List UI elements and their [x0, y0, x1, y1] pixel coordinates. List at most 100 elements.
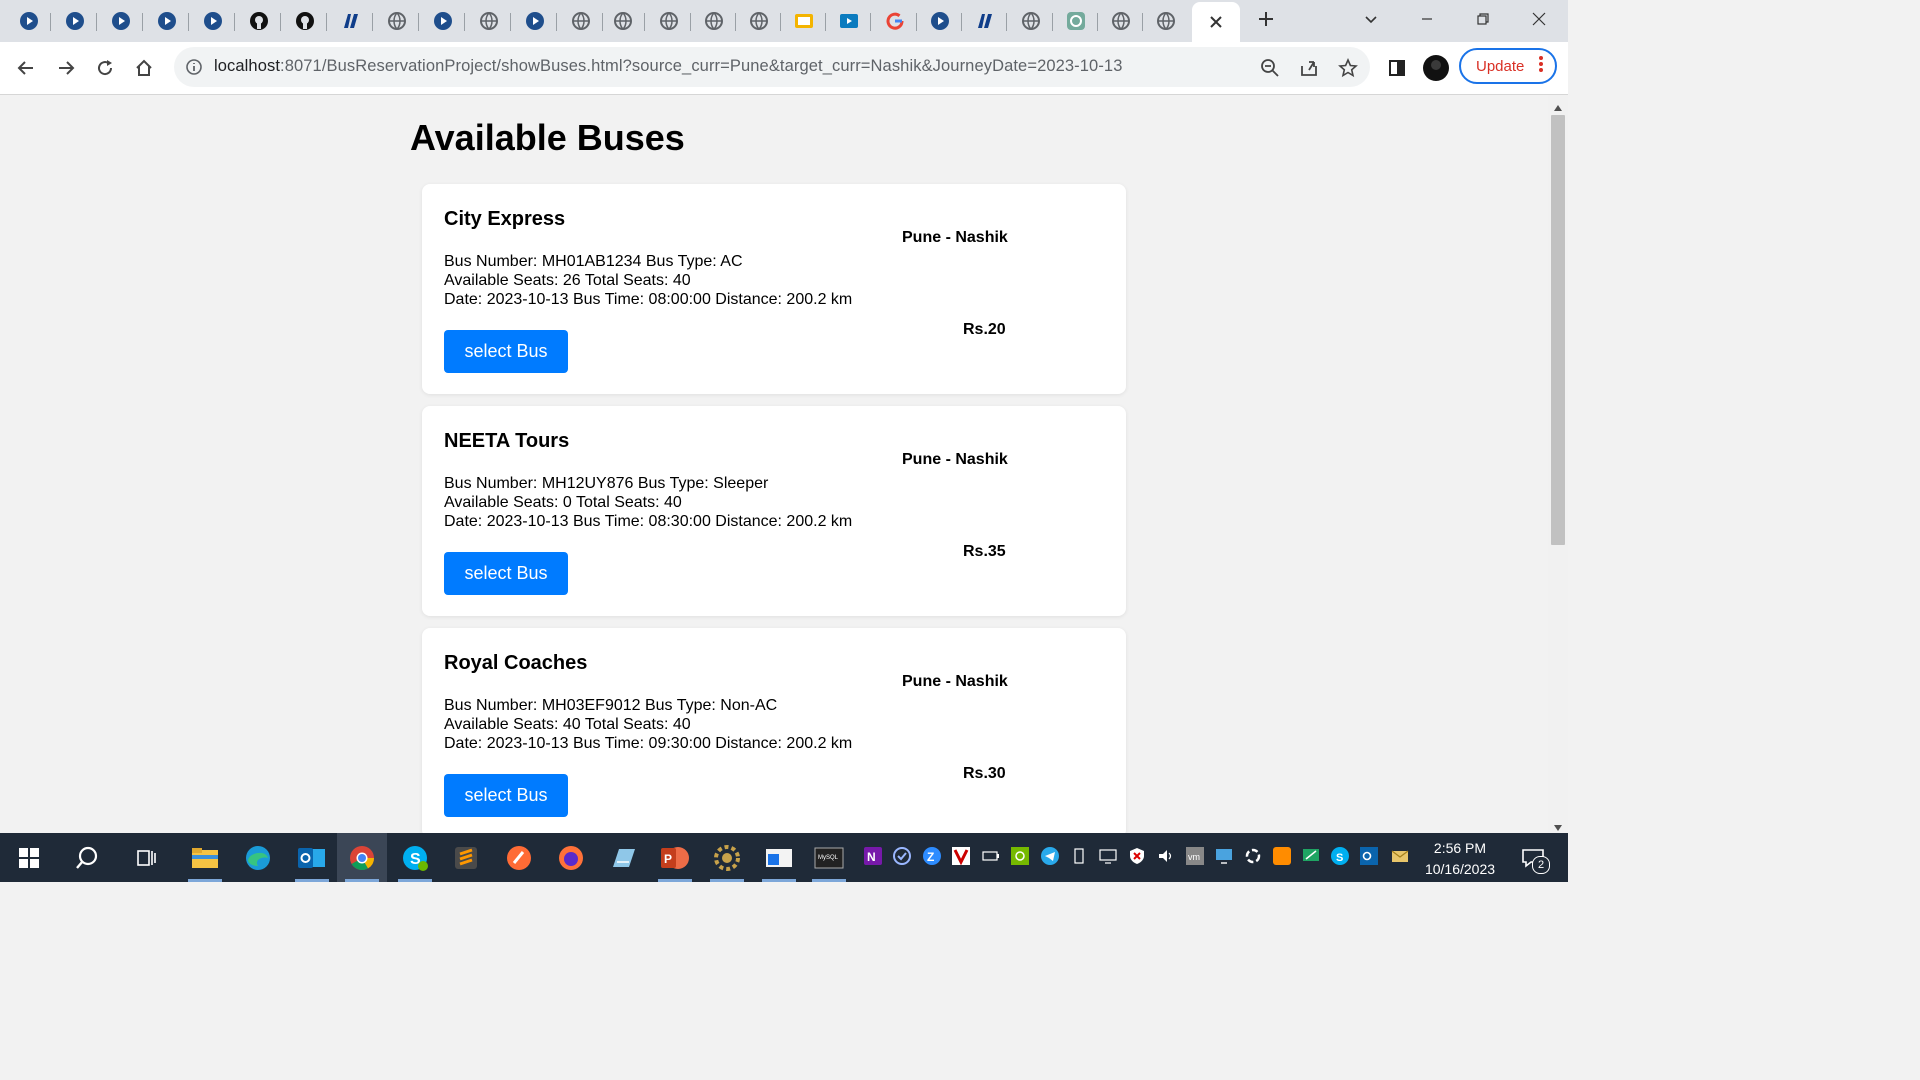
bus-route: Pune - Nashik — [902, 673, 1008, 690]
browser-tab[interactable] — [1009, 4, 1053, 38]
telegram-icon[interactable] — [1041, 847, 1059, 865]
home-button[interactable] — [130, 54, 158, 82]
globe-play-icon — [19, 11, 39, 31]
select-bus-button[interactable]: select Bus — [444, 552, 568, 595]
browser-tab[interactable] — [601, 4, 645, 38]
gear-app-icon[interactable] — [702, 833, 752, 882]
browser-tab[interactable] — [421, 4, 465, 38]
browser-tab[interactable] — [1099, 4, 1143, 38]
globe-icon — [1021, 11, 1041, 31]
browser-tab[interactable] — [99, 4, 143, 38]
browser-tab[interactable] — [963, 4, 1007, 38]
browser-tab[interactable] — [1144, 4, 1188, 38]
usb-icon[interactable] — [1070, 847, 1088, 865]
bus-date-time-distance: Date: 2023-10-13 Bus Time: 09:30:00 Dist… — [444, 735, 853, 752]
globe-play-icon — [203, 11, 223, 31]
select-bus-button[interactable]: select Bus — [444, 774, 568, 817]
file-explorer-icon[interactable] — [180, 833, 230, 882]
battery-icon[interactable] — [982, 847, 1000, 865]
browser-tab[interactable] — [873, 4, 917, 38]
browser-tab[interactable] — [329, 4, 373, 38]
skype-tray-icon[interactable]: S — [1331, 847, 1349, 865]
globe-icon — [479, 11, 499, 31]
bookmark-star-icon[interactable] — [1334, 54, 1362, 82]
bus-details: Bus Number: MH01AB1234 Bus Type: AC Avai… — [444, 252, 852, 309]
browser-tab[interactable] — [513, 4, 557, 38]
nvidia-icon[interactable] — [1011, 847, 1029, 865]
browser-tab[interactable] — [827, 4, 871, 38]
notification-center-button[interactable]: 2 — [1508, 833, 1558, 882]
notepad-icon[interactable] — [598, 833, 648, 882]
window-app-icon[interactable] — [754, 833, 804, 882]
firefox-icon[interactable] — [546, 833, 596, 882]
task-view-icon[interactable] — [121, 833, 171, 882]
browser-tab[interactable] — [283, 4, 327, 38]
browser-tab[interactable] — [145, 4, 189, 38]
browser-tab[interactable] — [53, 4, 97, 38]
taskbar-clock[interactable]: 2:56 PM 10/16/2023 — [1418, 838, 1502, 880]
select-bus-button[interactable]: select Bus — [444, 330, 568, 373]
chrome-icon[interactable] — [337, 833, 387, 882]
browser-tab[interactable] — [647, 4, 691, 38]
forward-button[interactable] — [52, 54, 80, 82]
browser-tab-active[interactable] — [1192, 2, 1240, 42]
site-info-icon[interactable] — [184, 57, 204, 82]
share-icon[interactable] — [1295, 54, 1323, 82]
profile-avatar[interactable] — [1422, 54, 1450, 82]
scrollbar-thumb[interactable] — [1551, 115, 1565, 545]
powerpoint-icon[interactable]: P — [650, 833, 700, 882]
browser-tab[interactable] — [7, 4, 51, 38]
back-button[interactable] — [12, 54, 40, 82]
search-icon[interactable] — [62, 833, 112, 882]
mysql-workbench-icon[interactable]: MySQL — [804, 833, 854, 882]
side-panel-icon[interactable] — [1383, 54, 1411, 82]
browser-tab[interactable] — [737, 4, 781, 38]
windows-taskbar: S P MySQL N Z vm S 2:56 PM 10/16/2023 2 — [0, 833, 1568, 882]
tab-search-chevron-icon[interactable] — [1348, 0, 1394, 38]
browser-tab[interactable] — [918, 4, 962, 38]
update-button[interactable]: Update — [1459, 48, 1557, 84]
reload-button[interactable] — [91, 54, 119, 82]
browser-tab[interactable] — [559, 4, 603, 38]
svg-text:S: S — [1336, 852, 1343, 864]
sync-icon[interactable] — [1244, 847, 1262, 865]
outlook-tray-icon[interactable] — [1360, 847, 1378, 865]
browser-tab[interactable] — [237, 4, 281, 38]
sublime-text-icon[interactable] — [441, 833, 491, 882]
browser-tab[interactable] — [467, 4, 511, 38]
volume-icon[interactable] — [1157, 847, 1175, 865]
skype-icon[interactable]: S — [390, 833, 440, 882]
network-icon[interactable] — [1099, 847, 1117, 865]
bus-price: Rs.30 — [963, 765, 1006, 782]
browser-tab[interactable] — [375, 4, 419, 38]
onenote-icon[interactable]: N — [864, 847, 882, 865]
start-button[interactable] — [4, 833, 54, 882]
address-bar[interactable]: localhost:8071/BusReservationProject/sho… — [174, 47, 1370, 87]
browser-tab[interactable] — [782, 4, 826, 38]
zoom-icon[interactable] — [1256, 54, 1284, 82]
edge-icon[interactable] — [233, 833, 283, 882]
vim-icon[interactable] — [952, 847, 970, 865]
new-tab-button[interactable] — [1243, 0, 1289, 38]
browser-tab[interactable] — [1054, 4, 1098, 38]
close-tab-icon[interactable] — [1206, 12, 1226, 32]
minimize-button[interactable] — [1404, 0, 1450, 38]
tick-app-icon[interactable] — [893, 847, 911, 865]
svg-text:MySQL: MySQL — [818, 855, 839, 861]
outlook-icon[interactable] — [287, 833, 337, 882]
window-close-button[interactable] — [1516, 0, 1562, 38]
globe-icon — [1156, 11, 1176, 31]
tray-app-orange-icon[interactable] — [1273, 847, 1291, 865]
tray-app-green-icon[interactable] — [1302, 847, 1320, 865]
security-shield-icon[interactable] — [1128, 847, 1146, 865]
display-icon[interactable] — [1215, 847, 1233, 865]
restore-button[interactable] — [1460, 0, 1506, 38]
browser-tab[interactable] — [191, 4, 235, 38]
page-scrollbar[interactable] — [1548, 95, 1568, 833]
url-text[interactable]: localhost:8071/BusReservationProject/sho… — [214, 57, 1122, 76]
pen-app-icon[interactable] — [494, 833, 544, 882]
mail-icon[interactable] — [1391, 847, 1409, 865]
zoom-app-icon[interactable]: Z — [923, 847, 941, 865]
vmware-icon[interactable]: vm — [1186, 847, 1204, 865]
browser-tab[interactable] — [692, 4, 736, 38]
